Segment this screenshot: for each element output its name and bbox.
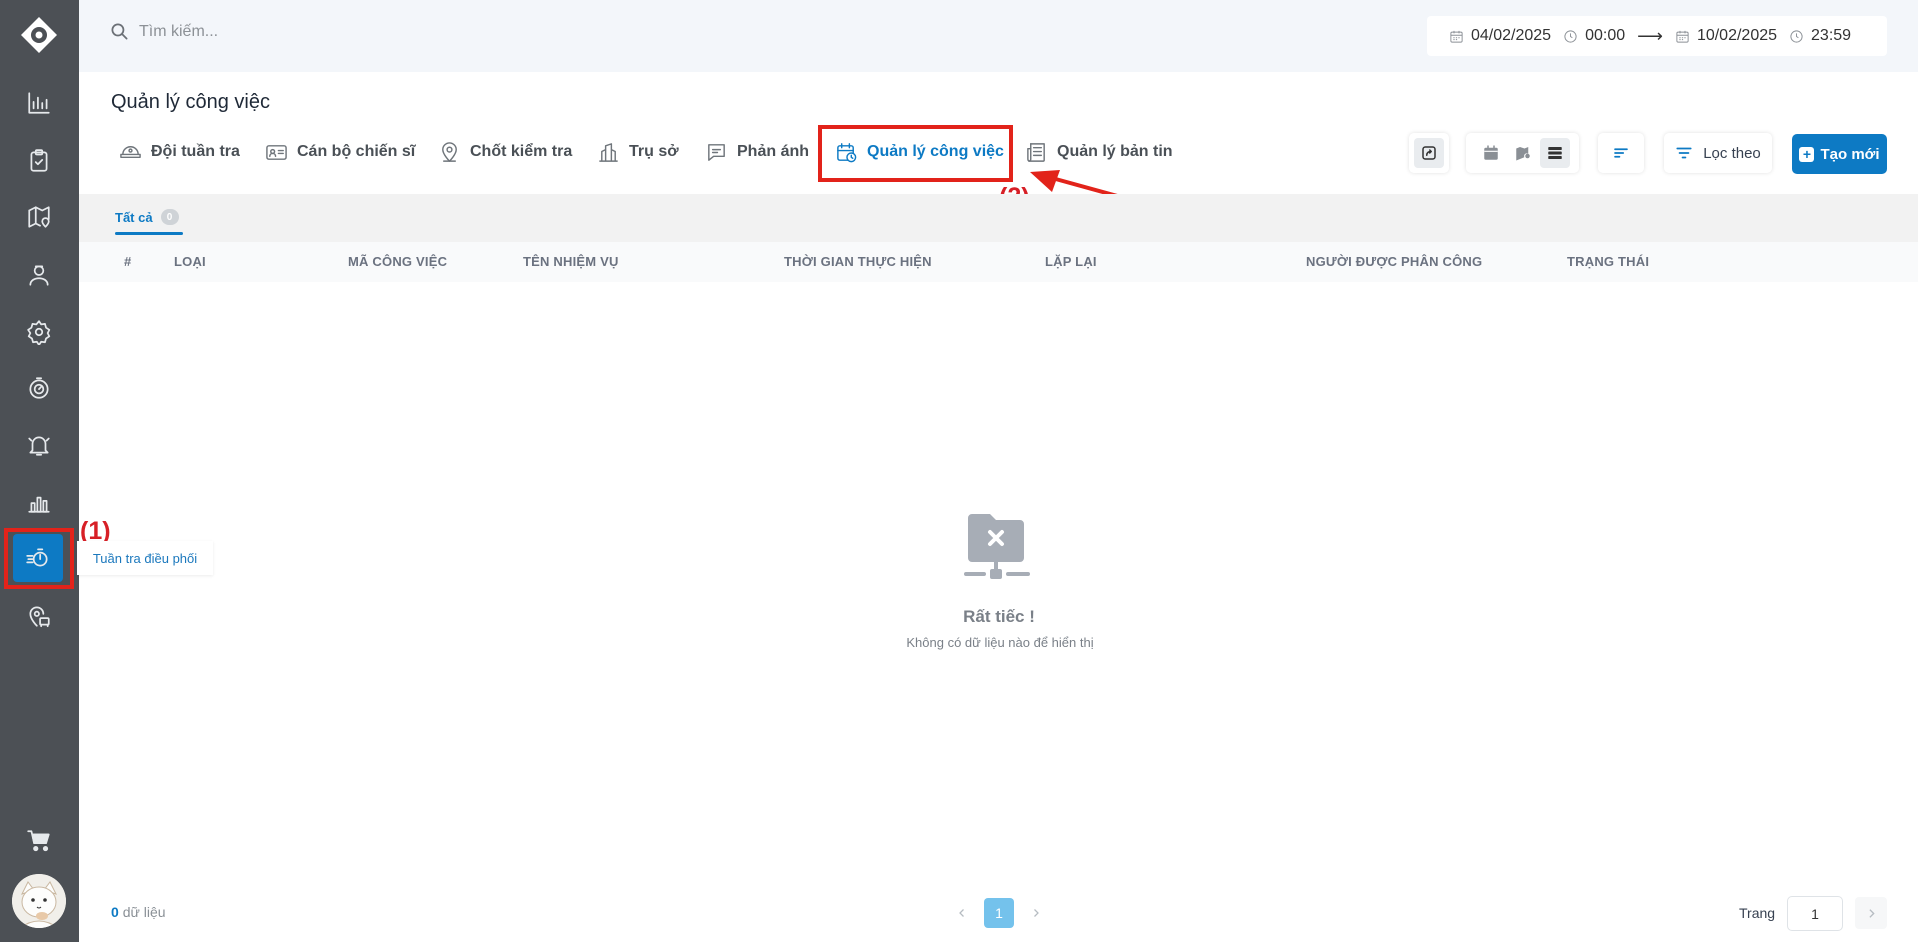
- tab-label: Cán bộ chiến sĩ: [297, 143, 416, 160]
- message-icon: [708, 143, 725, 161]
- highlight-box-step1: [4, 528, 74, 589]
- subtab-count-badge: 0: [160, 209, 179, 225]
- clock-icon: [1564, 29, 1577, 43]
- calendar-view-icon[interactable]: [1476, 138, 1506, 168]
- end-time-value: 23:59: [1811, 27, 1852, 44]
- column-header-assignee[interactable]: NGƯỜI ĐƯỢC PHÂN CÔNG: [1306, 254, 1482, 269]
- tab-label: Chốt kiểm tra: [470, 143, 573, 160]
- tab-doi-tuan-tra[interactable]: Đội tuần tra: [119, 140, 240, 164]
- subtab-active-indicator: [115, 232, 183, 235]
- subtab-bar: [79, 194, 1918, 242]
- clipboard-check-icon[interactable]: [20, 142, 58, 180]
- create-label: Tạo mới: [1820, 145, 1880, 163]
- filter-icon: [1676, 147, 1692, 159]
- map-view-icon[interactable]: [1508, 138, 1538, 168]
- tab-tru-so[interactable]: Trụ sở: [597, 140, 679, 164]
- plus-icon: +: [1799, 146, 1815, 162]
- share-button[interactable]: [1409, 133, 1449, 173]
- empty-state-title: Rất tiếc !: [963, 607, 1035, 626]
- chevron-left-icon: [959, 909, 964, 917]
- id-card-icon: [266, 144, 287, 160]
- chevron-right-icon: [1034, 909, 1039, 917]
- share-icon[interactable]: [1414, 138, 1444, 168]
- highlight-box-step2: [818, 125, 1013, 182]
- empty-folder-icon: [964, 514, 1030, 579]
- start-date[interactable]: 04/02/2025: [1449, 27, 1551, 45]
- filter-button[interactable]: Lọc theo: [1664, 133, 1772, 173]
- start-time-value: 00:00: [1585, 27, 1626, 44]
- record-count-label: dữ liệu: [122, 904, 166, 920]
- column-header-status[interactable]: TRẠNG THÁI: [1567, 254, 1649, 269]
- sidebar-tooltip: Tuần tra điều phối: [77, 541, 213, 575]
- column-header-index[interactable]: #: [124, 254, 131, 269]
- settings-icon[interactable]: [20, 313, 58, 351]
- end-date-value: 10/02/2025: [1696, 27, 1778, 44]
- location-icon: [442, 141, 457, 162]
- app-logo-icon[interactable]: [20, 16, 58, 54]
- end-date[interactable]: 10/02/2025: [1675, 27, 1777, 45]
- record-count-value: 0: [111, 904, 119, 920]
- chevron-right-icon: [1868, 908, 1875, 918]
- search-box[interactable]: [110, 22, 439, 41]
- tab-label: Trụ sở: [629, 143, 679, 160]
- users-icon[interactable]: [20, 256, 58, 294]
- column-header-repeat[interactable]: LẶP LẠI: [1045, 254, 1097, 269]
- location-bus-icon[interactable]: [20, 597, 58, 635]
- newspaper-icon: [1027, 142, 1045, 162]
- dashboard-icon[interactable]: [20, 84, 58, 122]
- clock-icon: [1790, 29, 1803, 43]
- avatar[interactable]: [12, 874, 66, 928]
- sidebar: [0, 0, 79, 942]
- next-page-button[interactable]: [1021, 898, 1051, 928]
- subtab-all[interactable]: Tất cả 0: [115, 209, 179, 225]
- tab-label: Quản lý bản tin: [1057, 143, 1173, 160]
- cart-icon[interactable]: [20, 822, 58, 860]
- filter-label: Lọc theo: [1703, 144, 1761, 162]
- sort-button[interactable]: [1598, 133, 1644, 173]
- end-time[interactable]: 23:59: [1789, 27, 1851, 45]
- subtab-label: Tất cả: [115, 209, 153, 225]
- column-header-execution-time[interactable]: THỜI GIAN THỰC HIỆN: [784, 254, 932, 269]
- column-header-job-code[interactable]: MÃ CÔNG VIỆC: [348, 254, 447, 269]
- page-title: Quản lý công việc: [111, 91, 270, 113]
- bell-icon[interactable]: [20, 426, 58, 464]
- tab-chot-kiem-tra[interactable]: Chốt kiểm tra: [438, 140, 572, 164]
- list-view-icon[interactable]: [1539, 138, 1570, 168]
- search-icon: [111, 23, 128, 40]
- page-jump-next-button[interactable]: [1855, 897, 1887, 929]
- page-number-input[interactable]: [1787, 896, 1843, 931]
- range-arrow-icon: ⟶: [1637, 25, 1663, 46]
- search-input[interactable]: [139, 22, 439, 41]
- create-new-button[interactable]: + Tạo mới: [1792, 134, 1887, 174]
- building-icon: [599, 142, 618, 162]
- bar-chart-icon[interactable]: [20, 483, 58, 521]
- calendar-icon: [1450, 30, 1463, 43]
- view-mode-group: [1466, 133, 1579, 173]
- tab-label: Phản ánh: [737, 143, 810, 160]
- column-header-task-name[interactable]: TÊN NHIỆM VỤ: [523, 254, 619, 269]
- prev-page-button[interactable]: [947, 898, 977, 928]
- empty-state-subtitle: Không có dữ liệu nào để hiển thị: [906, 635, 1094, 650]
- tab-phan-anh[interactable]: Phản ánh: [705, 140, 809, 164]
- calendar-icon: [1676, 30, 1689, 43]
- column-header-type[interactable]: LOẠI: [174, 254, 206, 269]
- page-button-current[interactable]: 1: [984, 898, 1014, 928]
- start-time[interactable]: 00:00: [1563, 27, 1625, 45]
- timer-icon[interactable]: [20, 369, 58, 407]
- sort-icon: [1614, 148, 1628, 158]
- map-pin-icon[interactable]: [20, 198, 58, 236]
- start-date-value: 04/02/2025: [1471, 27, 1552, 44]
- tab-can-bo-chien-si[interactable]: Cán bộ chiến sĩ: [265, 140, 415, 164]
- date-range-picker[interactable]: 04/02/2025 00:00 ⟶ 10/02/2025 23:59: [1427, 16, 1887, 56]
- page-label: Trang: [1739, 905, 1776, 921]
- tab-label: Đội tuần tra: [151, 143, 240, 160]
- tab-quan-ly-ban-tin[interactable]: Quản lý bản tin: [1025, 140, 1173, 164]
- record-count: 0 dữ liệu: [111, 904, 166, 920]
- patrol-cap-icon: [120, 145, 141, 158]
